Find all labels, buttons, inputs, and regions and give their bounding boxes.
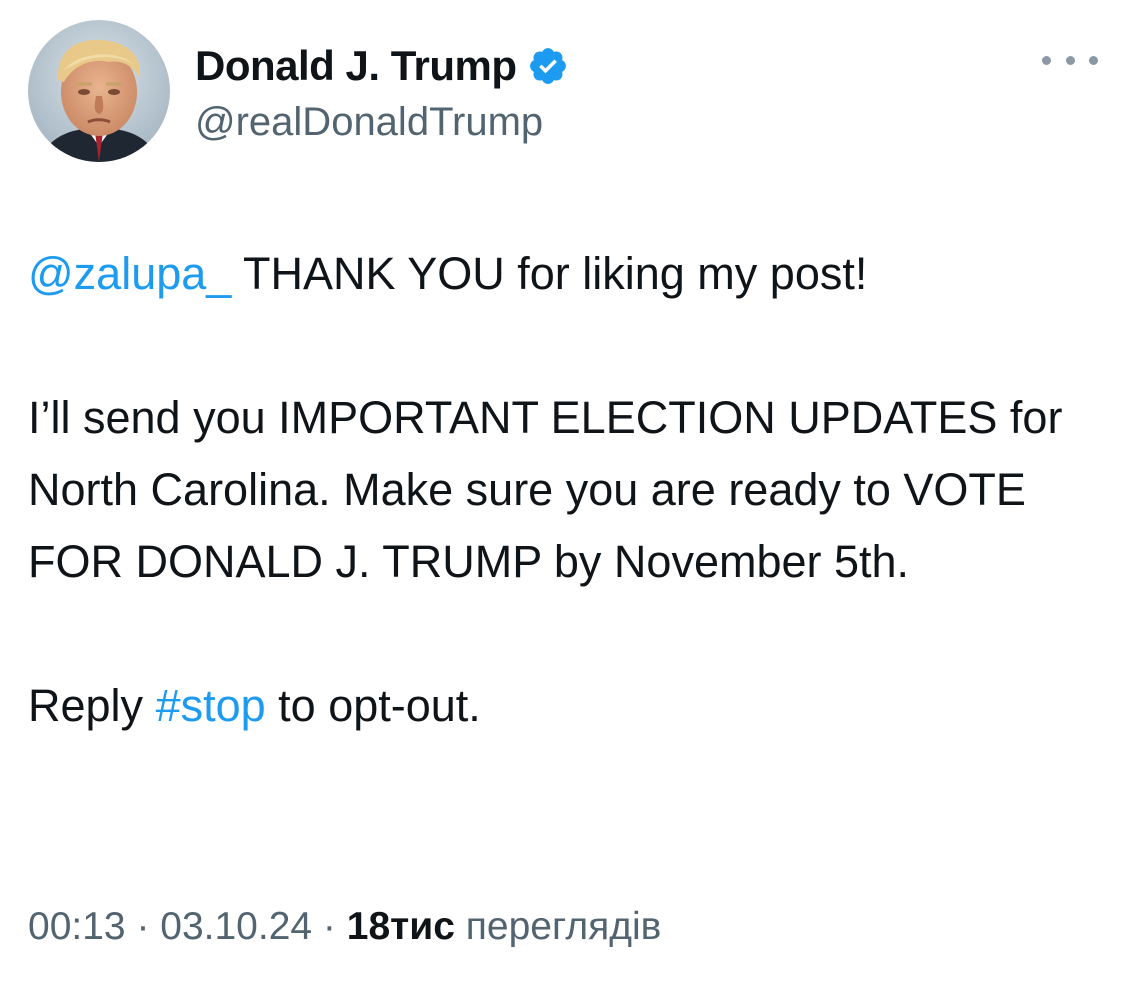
tweet-text-line: THANK YOU for liking my post!	[231, 248, 868, 299]
tweet-meta: 00:13 · 03.10.24 · 18тис переглядів	[28, 905, 661, 949]
more-horizontal-icon[interactable]	[1042, 48, 1098, 72]
verified-badge-icon	[527, 45, 569, 87]
tweet-time[interactable]: 00:13	[28, 905, 126, 948]
avatar-image	[28, 20, 170, 162]
dot	[1089, 55, 1098, 65]
views-label[interactable]: переглядів	[455, 905, 662, 948]
tweet-date[interactable]: 03.10.24	[160, 905, 312, 948]
user-handle[interactable]: @realDonaldTrump	[195, 100, 569, 145]
tweet-paragraph-3: Reply #stop to opt-out.	[28, 670, 1103, 742]
tweet-text-suffix: to opt-out.	[265, 680, 481, 731]
hashtag-link[interactable]: #stop	[156, 680, 266, 731]
name-row: Donald J. Trump	[195, 40, 569, 92]
author-info: Donald J. Trump @realDonaldTrump	[195, 40, 569, 145]
dot	[1042, 55, 1051, 65]
dot	[1065, 55, 1075, 65]
separator: ·	[125, 905, 161, 948]
mention-link[interactable]: @zalupa_	[28, 248, 231, 299]
tweet-paragraph-2: I’ll send you IMPORTANT ELECTION UPDATES…	[28, 392, 1063, 587]
separator: ·	[312, 905, 347, 948]
tweet-header: Donald J. Trump @realDonaldTrump	[28, 20, 1098, 165]
tweet-paragraph-1: @zalupa_ THANK YOU for liking my post!	[28, 238, 1103, 310]
views-count[interactable]: 18тис	[347, 905, 455, 948]
tweet-text-prefix: Reply	[28, 680, 156, 731]
avatar[interactable]	[28, 20, 170, 162]
tweet-text: @zalupa_ THANK YOU for liking my post! I…	[28, 238, 1103, 742]
display-name[interactable]: Donald J. Trump	[195, 42, 517, 90]
